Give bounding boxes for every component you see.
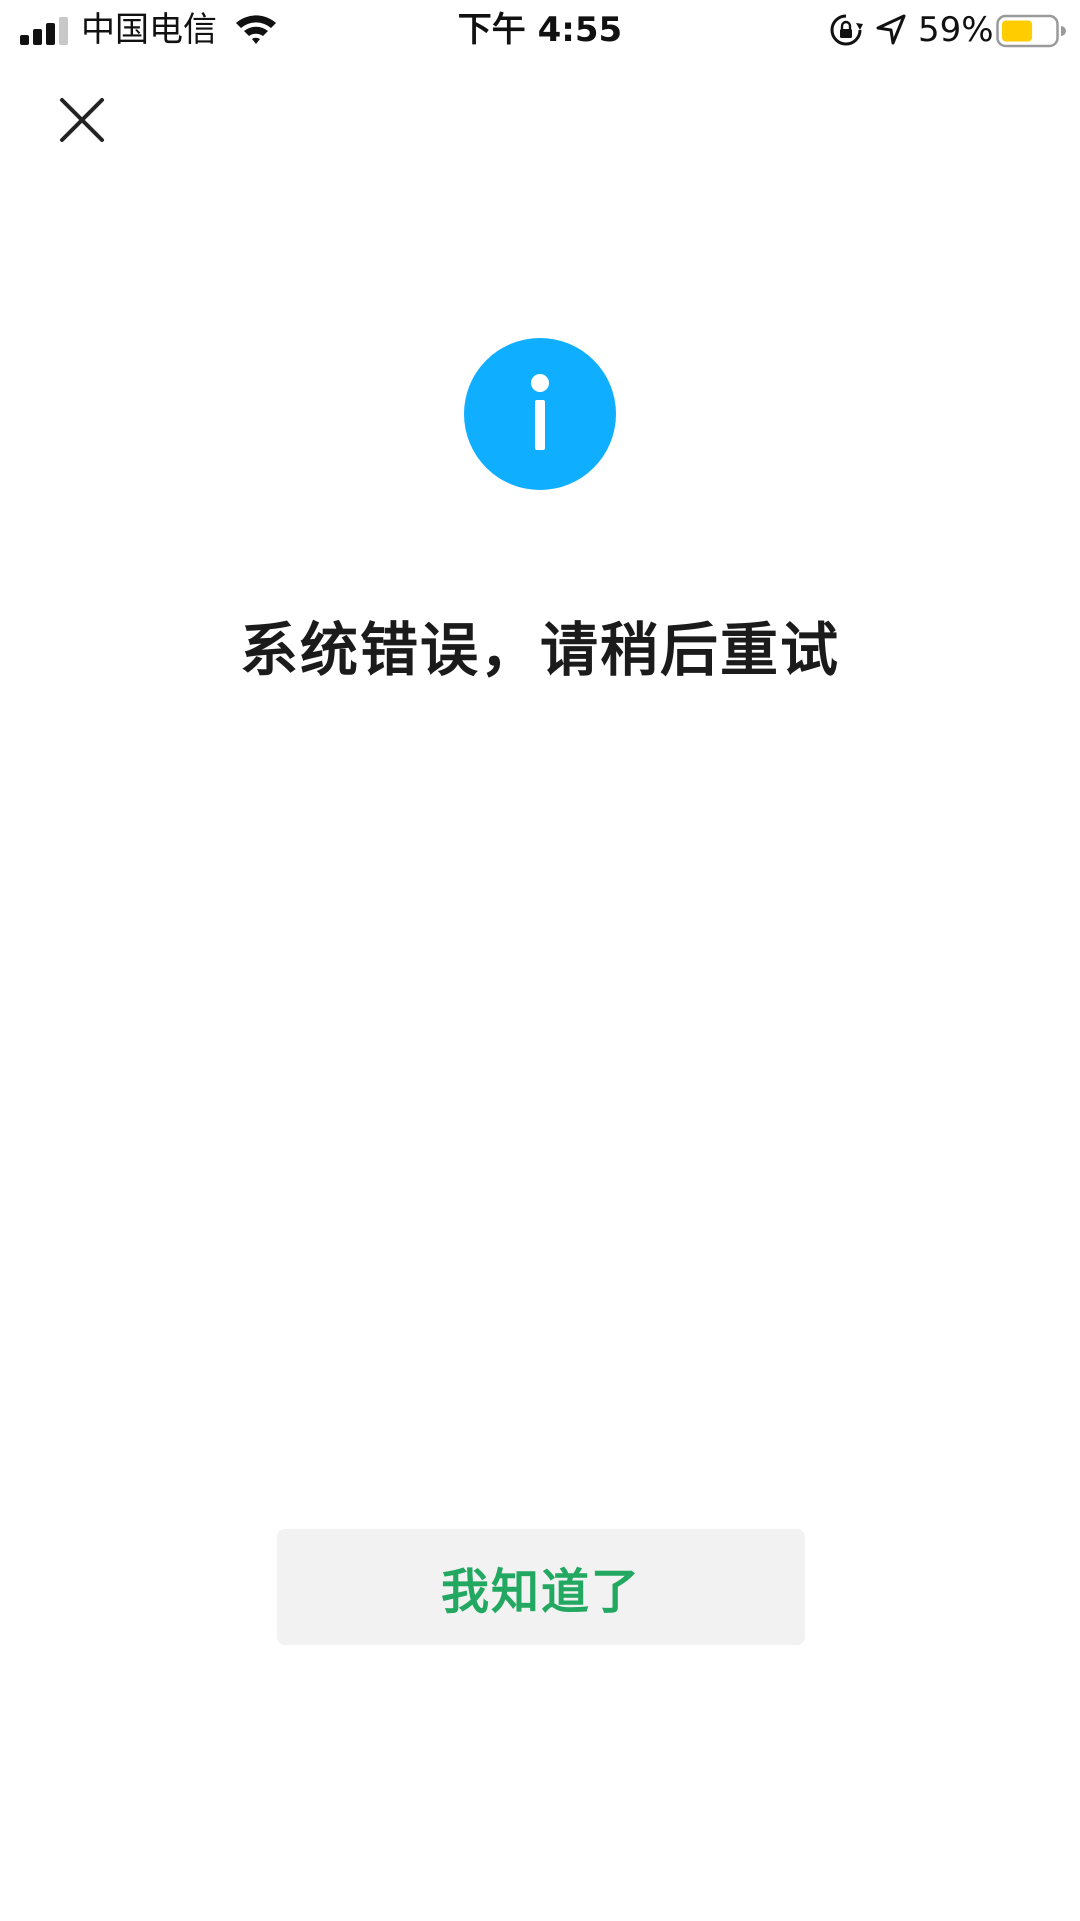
close-icon: [60, 98, 104, 142]
battery-icon: [996, 14, 1066, 48]
info-icon: [464, 338, 616, 490]
location-arrow-icon: [876, 14, 906, 45]
error-message: 系统错误，请稍后重试: [239, 616, 840, 684]
battery-percent: 59%: [918, 10, 994, 50]
rotation-lock-icon: [830, 14, 863, 46]
status-bar: 中国电信 下午 4:55 59%: [0, 0, 1080, 60]
acknowledge-button-label: 我知道了: [440, 1564, 641, 1620]
acknowledge-button[interactable]: 我知道了: [277, 1529, 805, 1645]
close-button[interactable]: [42, 80, 122, 160]
